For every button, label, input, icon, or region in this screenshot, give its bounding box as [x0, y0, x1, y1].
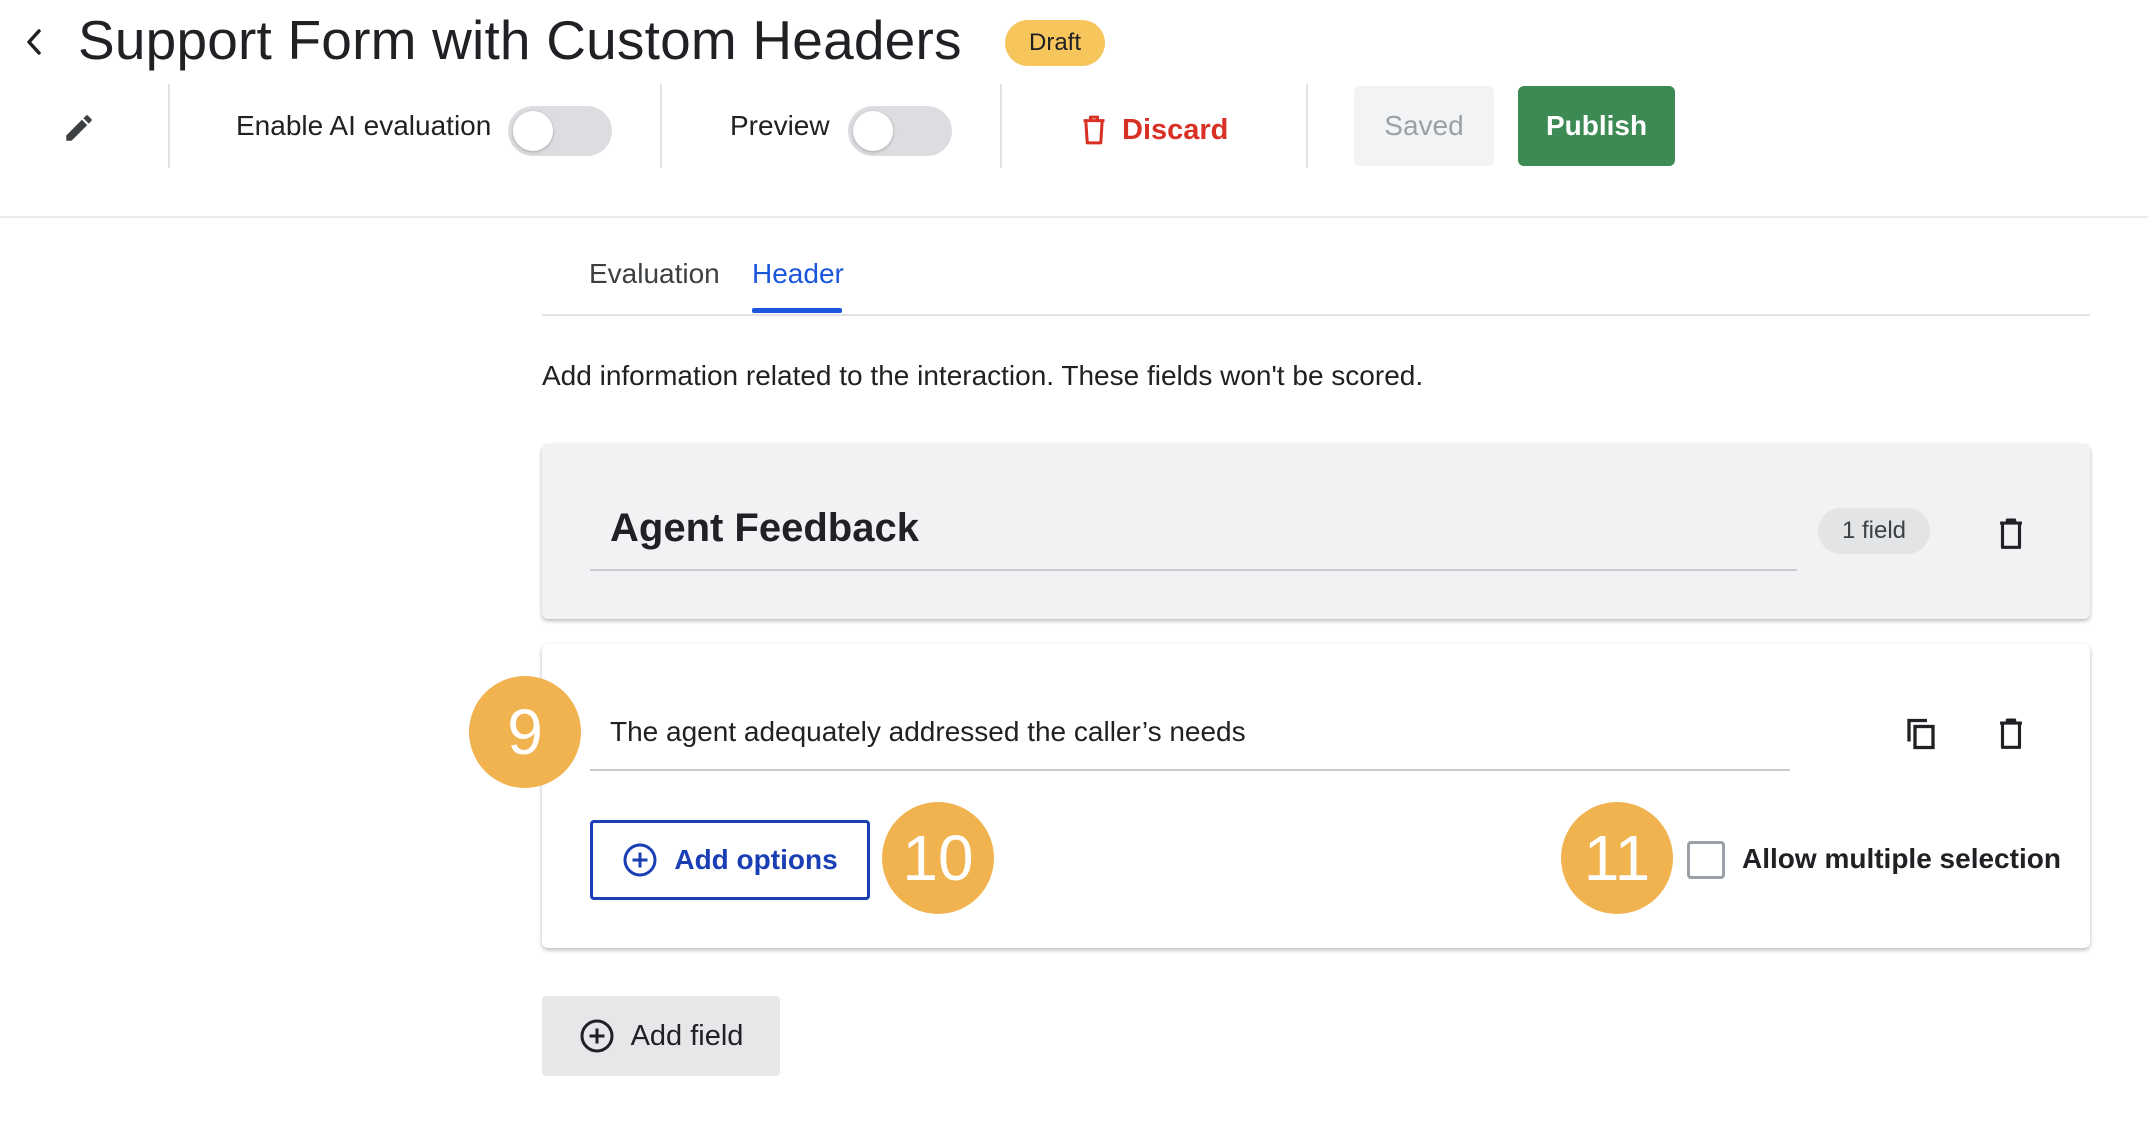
header-divider	[0, 216, 2148, 218]
add-options-label: Add options	[674, 844, 838, 875]
toolbar-divider	[1000, 84, 1002, 168]
preview-toggle[interactable]	[848, 106, 952, 156]
active-tab-indicator	[752, 308, 842, 313]
delete-field-button[interactable]	[1985, 708, 2037, 760]
allow-multiple-checkbox[interactable]	[1687, 841, 1725, 879]
callout-9: 9	[469, 676, 581, 788]
add-field-button[interactable]: Add field	[542, 996, 780, 1076]
plus-circle-icon	[623, 843, 657, 877]
tab-evaluation[interactable]: Evaluation	[589, 258, 720, 290]
discard-label: Discard	[1122, 113, 1229, 146]
toolbar-divider	[168, 84, 170, 168]
trash-icon	[2000, 718, 2022, 749]
preview-label: Preview	[730, 110, 830, 141]
saved-button: Saved	[1354, 86, 1494, 166]
pencil-icon	[66, 115, 92, 141]
page-title: Support Form with Custom Headers	[78, 9, 962, 71]
edit-button[interactable]	[55, 104, 103, 152]
trash-icon	[2000, 518, 2022, 549]
ai-evaluation-toggle[interactable]	[508, 106, 612, 156]
callout-11: 11	[1561, 802, 1673, 914]
toolbar-divider	[660, 84, 662, 168]
field-question-underline	[590, 769, 1790, 771]
back-button[interactable]	[14, 22, 54, 62]
field-question-input[interactable]: The agent adequately addressed the calle…	[610, 716, 1246, 748]
chevron-left-icon	[27, 29, 41, 55]
status-badge: Draft	[1005, 20, 1106, 66]
trash-icon	[1083, 115, 1105, 145]
toolbar-divider	[1306, 84, 1308, 168]
tab-header[interactable]: Header	[752, 258, 844, 290]
discard-button[interactable]: Discard	[1080, 98, 1228, 162]
tabs-baseline	[542, 314, 2090, 316]
field-card	[542, 644, 2090, 948]
section-description: Add information related to the interacti…	[542, 360, 1424, 391]
section-title-input[interactable]: Agent Feedback	[610, 506, 919, 551]
callout-10: 10	[882, 802, 994, 914]
ai-evaluation-label: Enable AI evaluation	[236, 110, 492, 141]
section-title-underline	[590, 569, 1797, 571]
toggle-knob	[513, 111, 553, 151]
duplicate-field-button[interactable]	[1895, 708, 1947, 760]
add-field-label: Add field	[630, 1019, 744, 1052]
field-count-badge: 1 field	[1818, 508, 1930, 554]
allow-multiple-label[interactable]: Allow multiple selection	[1742, 843, 2061, 875]
toggle-knob	[853, 111, 893, 151]
delete-section-button[interactable]	[1985, 508, 2037, 560]
copy-icon	[1907, 718, 1935, 750]
plus-circle-icon	[580, 1019, 614, 1053]
add-options-button[interactable]: Add options	[590, 820, 870, 900]
publish-button[interactable]: Publish	[1518, 86, 1675, 166]
